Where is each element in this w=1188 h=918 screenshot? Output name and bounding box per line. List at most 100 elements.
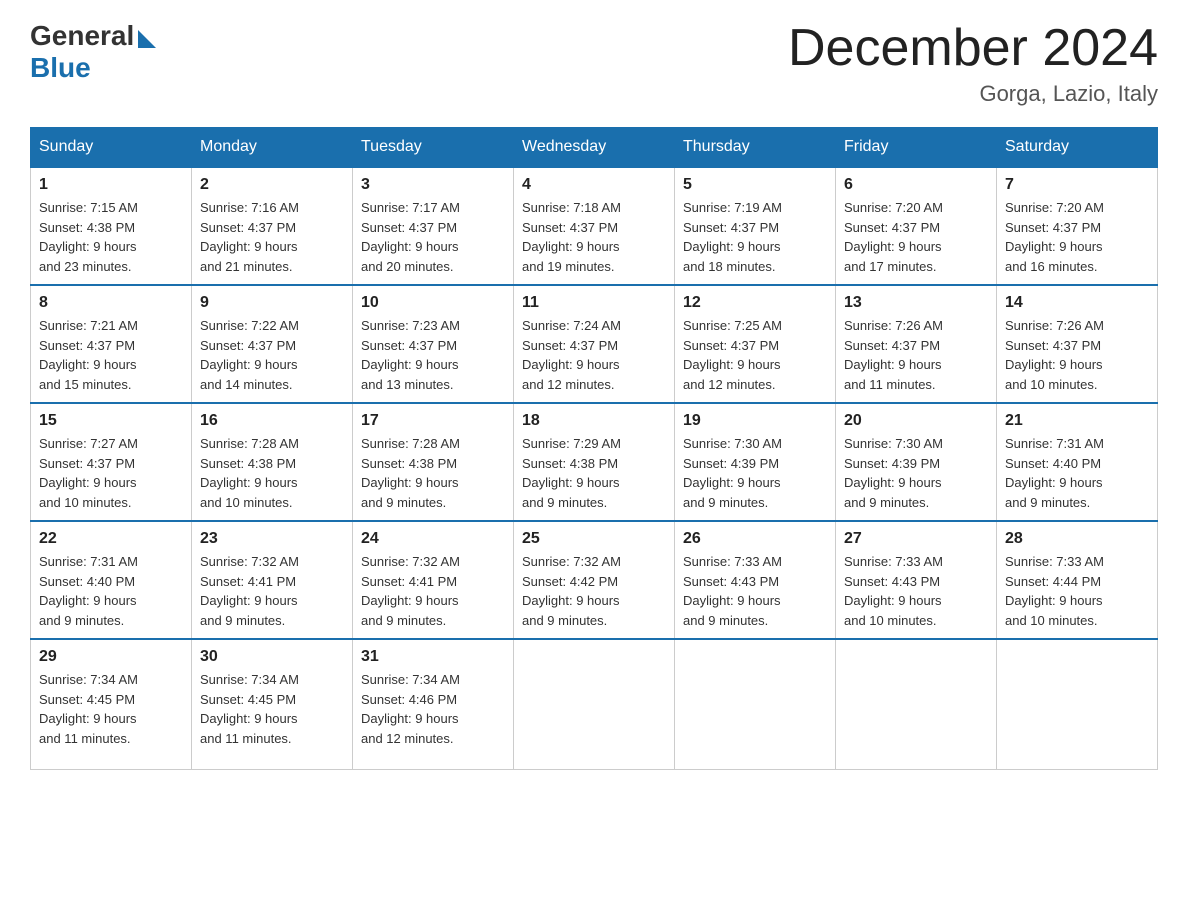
day-number: 22 (39, 530, 183, 548)
day-info: Sunrise: 7:20 AMSunset: 4:37 PMDaylight:… (844, 200, 943, 274)
calendar-cell: 16 Sunrise: 7:28 AMSunset: 4:38 PMDaylig… (192, 403, 353, 521)
column-header-saturday: Saturday (997, 128, 1158, 168)
day-info: Sunrise: 7:31 AMSunset: 4:40 PMDaylight:… (39, 554, 138, 628)
calendar-cell: 29 Sunrise: 7:34 AMSunset: 4:45 PMDaylig… (31, 639, 192, 769)
day-number: 1 (39, 176, 183, 194)
day-number: 13 (844, 294, 988, 312)
calendar-cell: 15 Sunrise: 7:27 AMSunset: 4:37 PMDaylig… (31, 403, 192, 521)
day-number: 15 (39, 412, 183, 430)
title-section: December 2024 Gorga, Lazio, Italy (788, 20, 1158, 107)
calendar-cell (836, 639, 997, 769)
calendar-cell: 11 Sunrise: 7:24 AMSunset: 4:37 PMDaylig… (514, 285, 675, 403)
calendar-cell: 7 Sunrise: 7:20 AMSunset: 4:37 PMDayligh… (997, 167, 1158, 285)
day-number: 12 (683, 294, 827, 312)
day-info: Sunrise: 7:24 AMSunset: 4:37 PMDaylight:… (522, 318, 621, 392)
calendar-week-row: 15 Sunrise: 7:27 AMSunset: 4:37 PMDaylig… (31, 403, 1158, 521)
day-info: Sunrise: 7:20 AMSunset: 4:37 PMDaylight:… (1005, 200, 1104, 274)
day-number: 27 (844, 530, 988, 548)
column-header-sunday: Sunday (31, 128, 192, 168)
day-number: 19 (683, 412, 827, 430)
calendar-cell (514, 639, 675, 769)
calendar-cell: 14 Sunrise: 7:26 AMSunset: 4:37 PMDaylig… (997, 285, 1158, 403)
day-number: 17 (361, 412, 505, 430)
day-number: 23 (200, 530, 344, 548)
day-info: Sunrise: 7:23 AMSunset: 4:37 PMDaylight:… (361, 318, 460, 392)
day-number: 28 (1005, 530, 1149, 548)
page-header: General Blue December 2024 Gorga, Lazio,… (30, 20, 1158, 107)
column-header-tuesday: Tuesday (353, 128, 514, 168)
calendar-cell: 21 Sunrise: 7:31 AMSunset: 4:40 PMDaylig… (997, 403, 1158, 521)
calendar-week-row: 22 Sunrise: 7:31 AMSunset: 4:40 PMDaylig… (31, 521, 1158, 639)
calendar-cell: 25 Sunrise: 7:32 AMSunset: 4:42 PMDaylig… (514, 521, 675, 639)
day-number: 10 (361, 294, 505, 312)
day-number: 2 (200, 176, 344, 194)
day-number: 25 (522, 530, 666, 548)
calendar-cell: 17 Sunrise: 7:28 AMSunset: 4:38 PMDaylig… (353, 403, 514, 521)
calendar-cell: 1 Sunrise: 7:15 AMSunset: 4:38 PMDayligh… (31, 167, 192, 285)
calendar-cell: 24 Sunrise: 7:32 AMSunset: 4:41 PMDaylig… (353, 521, 514, 639)
day-number: 9 (200, 294, 344, 312)
day-number: 4 (522, 176, 666, 194)
day-number: 6 (844, 176, 988, 194)
column-header-thursday: Thursday (675, 128, 836, 168)
logo: General Blue (30, 20, 156, 84)
calendar-cell: 12 Sunrise: 7:25 AMSunset: 4:37 PMDaylig… (675, 285, 836, 403)
calendar-cell: 30 Sunrise: 7:34 AMSunset: 4:45 PMDaylig… (192, 639, 353, 769)
calendar-cell: 23 Sunrise: 7:32 AMSunset: 4:41 PMDaylig… (192, 521, 353, 639)
day-info: Sunrise: 7:33 AMSunset: 4:43 PMDaylight:… (683, 554, 782, 628)
day-number: 5 (683, 176, 827, 194)
calendar-cell (997, 639, 1158, 769)
day-info: Sunrise: 7:26 AMSunset: 4:37 PMDaylight:… (1005, 318, 1104, 392)
logo-general-text: General (30, 20, 134, 52)
day-number: 20 (844, 412, 988, 430)
column-header-monday: Monday (192, 128, 353, 168)
calendar-cell: 8 Sunrise: 7:21 AMSunset: 4:37 PMDayligh… (31, 285, 192, 403)
day-info: Sunrise: 7:33 AMSunset: 4:44 PMDaylight:… (1005, 554, 1104, 628)
day-number: 14 (1005, 294, 1149, 312)
day-info: Sunrise: 7:22 AMSunset: 4:37 PMDaylight:… (200, 318, 299, 392)
day-number: 7 (1005, 176, 1149, 194)
day-number: 11 (522, 294, 666, 312)
day-info: Sunrise: 7:33 AMSunset: 4:43 PMDaylight:… (844, 554, 943, 628)
day-info: Sunrise: 7:17 AMSunset: 4:37 PMDaylight:… (361, 200, 460, 274)
day-info: Sunrise: 7:32 AMSunset: 4:42 PMDaylight:… (522, 554, 621, 628)
calendar-week-row: 1 Sunrise: 7:15 AMSunset: 4:38 PMDayligh… (31, 167, 1158, 285)
day-info: Sunrise: 7:34 AMSunset: 4:46 PMDaylight:… (361, 672, 460, 746)
calendar-cell: 9 Sunrise: 7:22 AMSunset: 4:37 PMDayligh… (192, 285, 353, 403)
day-info: Sunrise: 7:25 AMSunset: 4:37 PMDaylight:… (683, 318, 782, 392)
logo-blue-text: Blue (30, 52, 91, 84)
calendar-table: SundayMondayTuesdayWednesdayThursdayFrid… (30, 127, 1158, 770)
calendar-cell: 20 Sunrise: 7:30 AMSunset: 4:39 PMDaylig… (836, 403, 997, 521)
calendar-cell: 27 Sunrise: 7:33 AMSunset: 4:43 PMDaylig… (836, 521, 997, 639)
day-info: Sunrise: 7:18 AMSunset: 4:37 PMDaylight:… (522, 200, 621, 274)
calendar-cell: 3 Sunrise: 7:17 AMSunset: 4:37 PMDayligh… (353, 167, 514, 285)
calendar-cell: 26 Sunrise: 7:33 AMSunset: 4:43 PMDaylig… (675, 521, 836, 639)
day-info: Sunrise: 7:16 AMSunset: 4:37 PMDaylight:… (200, 200, 299, 274)
day-info: Sunrise: 7:30 AMSunset: 4:39 PMDaylight:… (683, 436, 782, 510)
column-header-friday: Friday (836, 128, 997, 168)
day-number: 29 (39, 648, 183, 666)
calendar-cell: 13 Sunrise: 7:26 AMSunset: 4:37 PMDaylig… (836, 285, 997, 403)
calendar-cell: 18 Sunrise: 7:29 AMSunset: 4:38 PMDaylig… (514, 403, 675, 521)
calendar-cell: 6 Sunrise: 7:20 AMSunset: 4:37 PMDayligh… (836, 167, 997, 285)
month-title: December 2024 (788, 20, 1158, 77)
calendar-cell: 28 Sunrise: 7:33 AMSunset: 4:44 PMDaylig… (997, 521, 1158, 639)
day-number: 26 (683, 530, 827, 548)
day-number: 21 (1005, 412, 1149, 430)
day-info: Sunrise: 7:34 AMSunset: 4:45 PMDaylight:… (39, 672, 138, 746)
calendar-cell: 5 Sunrise: 7:19 AMSunset: 4:37 PMDayligh… (675, 167, 836, 285)
calendar-cell: 10 Sunrise: 7:23 AMSunset: 4:37 PMDaylig… (353, 285, 514, 403)
calendar-cell: 4 Sunrise: 7:18 AMSunset: 4:37 PMDayligh… (514, 167, 675, 285)
day-number: 16 (200, 412, 344, 430)
day-number: 30 (200, 648, 344, 666)
calendar-cell: 22 Sunrise: 7:31 AMSunset: 4:40 PMDaylig… (31, 521, 192, 639)
calendar-week-row: 8 Sunrise: 7:21 AMSunset: 4:37 PMDayligh… (31, 285, 1158, 403)
day-info: Sunrise: 7:32 AMSunset: 4:41 PMDaylight:… (200, 554, 299, 628)
day-info: Sunrise: 7:19 AMSunset: 4:37 PMDaylight:… (683, 200, 782, 274)
day-number: 31 (361, 648, 505, 666)
day-info: Sunrise: 7:15 AMSunset: 4:38 PMDaylight:… (39, 200, 138, 274)
calendar-cell (675, 639, 836, 769)
day-info: Sunrise: 7:31 AMSunset: 4:40 PMDaylight:… (1005, 436, 1104, 510)
day-info: Sunrise: 7:34 AMSunset: 4:45 PMDaylight:… (200, 672, 299, 746)
day-info: Sunrise: 7:21 AMSunset: 4:37 PMDaylight:… (39, 318, 138, 392)
